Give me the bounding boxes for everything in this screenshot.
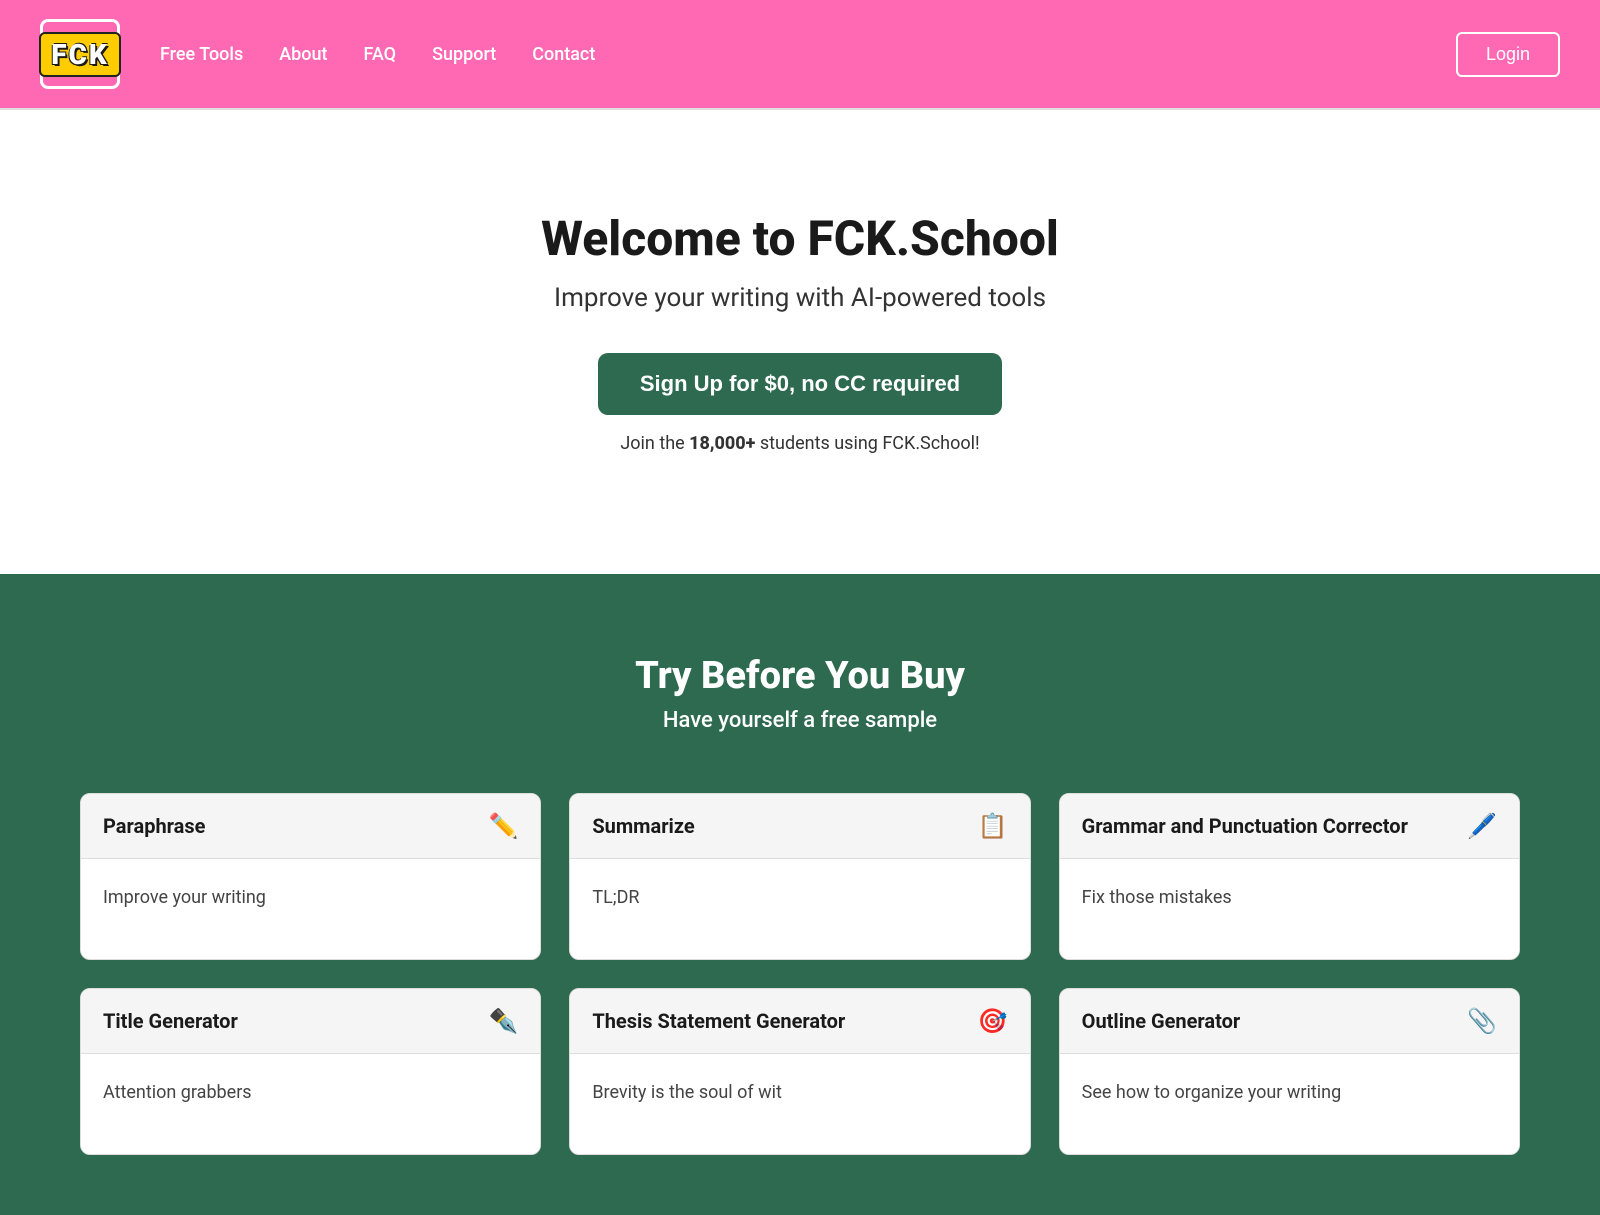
paperclip-icon: 📎 <box>1467 1007 1497 1035</box>
tool-card-title-generator-title: Title Generator <box>103 1009 238 1033</box>
tool-card-paraphrase-header: Paraphrase ✏️ <box>81 794 540 859</box>
tool-card-outline-header: Outline Generator 📎 <box>1060 989 1519 1054</box>
target-icon: 🎯 <box>978 1007 1008 1035</box>
tool-card-paraphrase[interactable]: Paraphrase ✏️ Improve your writing <box>80 793 541 960</box>
signup-button[interactable]: Sign Up for $0, no CC required <box>598 353 1002 415</box>
clipboard-icon: 📋 <box>978 812 1008 840</box>
tools-grid: Paraphrase ✏️ Improve your writing Summa… <box>80 793 1520 1155</box>
tool-card-grammar-body: Fix those mistakes <box>1060 859 1519 959</box>
tool-card-thesis-desc: Brevity is the soul of wit <box>592 1082 1007 1103</box>
tool-card-title-generator-body: Attention grabbers <box>81 1054 540 1154</box>
navbar: FCK Free Tools About FAQ Support Contact… <box>0 0 1600 110</box>
logo[interactable]: FCK <box>40 19 120 89</box>
nav-about[interactable]: About <box>279 44 327 65</box>
tool-card-outline-title: Outline Generator <box>1082 1009 1241 1033</box>
tools-heading: Try Before You Buy <box>80 654 1520 698</box>
tool-card-grammar-header: Grammar and Punctuation Corrector 🖊️ <box>1060 794 1519 859</box>
tool-card-summarize-title: Summarize <box>592 814 694 838</box>
logo-text: FCK <box>39 32 121 77</box>
pencil-icon: ✏️ <box>488 812 518 840</box>
login-button[interactable]: Login <box>1456 32 1560 77</box>
tool-card-thesis-body: Brevity is the soul of wit <box>570 1054 1029 1154</box>
tool-card-outline[interactable]: Outline Generator 📎 See how to organize … <box>1059 988 1520 1155</box>
hero-join-count: 18,000+ <box>689 433 755 454</box>
tool-card-outline-desc: See how to organize your writing <box>1082 1082 1497 1103</box>
tool-card-title-generator-desc: Attention grabbers <box>103 1082 518 1103</box>
tool-card-title-generator-header: Title Generator ✒️ <box>81 989 540 1054</box>
tool-card-thesis-header: Thesis Statement Generator 🎯 <box>570 989 1029 1054</box>
tool-card-grammar[interactable]: Grammar and Punctuation Corrector 🖊️ Fix… <box>1059 793 1520 960</box>
tools-subheading: Have yourself a free sample <box>80 708 1520 733</box>
tool-card-paraphrase-body: Improve your writing <box>81 859 540 959</box>
nav-links: Free Tools About FAQ Support Contact <box>160 44 1456 65</box>
hero-subtitle: Improve your writing with AI-powered too… <box>554 283 1046 313</box>
tool-card-thesis-title: Thesis Statement Generator <box>592 1009 845 1033</box>
tool-card-grammar-desc: Fix those mistakes <box>1082 887 1497 908</box>
hero-title: Welcome to FCK.School <box>541 210 1059 267</box>
nib-icon: ✒️ <box>488 1007 518 1035</box>
nav-free-tools[interactable]: Free Tools <box>160 44 243 65</box>
hero-join-suffix: students using FCK.School! <box>755 433 979 454</box>
pen-icon: 🖊️ <box>1467 812 1497 840</box>
nav-faq[interactable]: FAQ <box>364 44 397 65</box>
tool-card-grammar-title: Grammar and Punctuation Corrector <box>1082 814 1408 838</box>
tools-section: Try Before You Buy Have yourself a free … <box>0 574 1600 1215</box>
tool-card-summarize[interactable]: Summarize 📋 TL;DR <box>569 793 1030 960</box>
nav-contact[interactable]: Contact <box>532 44 595 65</box>
hero-join-text: Join the 18,000+ students using FCK.Scho… <box>620 433 979 454</box>
tool-card-outline-body: See how to organize your writing <box>1060 1054 1519 1154</box>
tool-card-paraphrase-desc: Improve your writing <box>103 887 518 908</box>
tool-card-title-generator[interactable]: Title Generator ✒️ Attention grabbers <box>80 988 541 1155</box>
nav-support[interactable]: Support <box>432 44 496 65</box>
tool-card-paraphrase-title: Paraphrase <box>103 814 205 838</box>
hero-join-prefix: Join the <box>620 433 689 454</box>
tool-card-thesis[interactable]: Thesis Statement Generator 🎯 Brevity is … <box>569 988 1030 1155</box>
hero-section: Welcome to FCK.School Improve your writi… <box>0 110 1600 574</box>
tool-card-summarize-header: Summarize 📋 <box>570 794 1029 859</box>
tool-card-summarize-desc: TL;DR <box>592 887 1007 908</box>
tool-card-summarize-body: TL;DR <box>570 859 1029 959</box>
